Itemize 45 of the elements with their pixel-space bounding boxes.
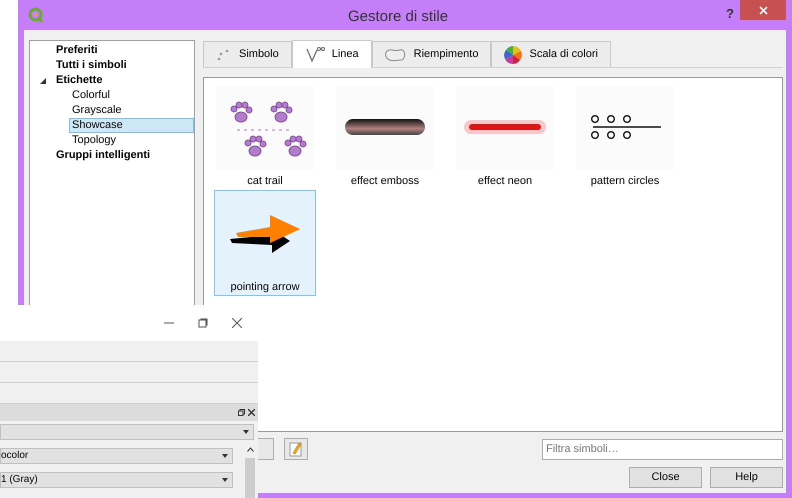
dialog-button[interactable]: Help [710, 467, 783, 488]
caret-icon [222, 478, 228, 482]
dropdown[interactable]: 1 (Gray) [0, 472, 233, 488]
window-title: Gestore di stile [348, 7, 448, 27]
tree-item[interactable]: Showcase [69, 118, 194, 133]
float-icon[interactable] [238, 408, 245, 416]
tree-item[interactable]: Preferiti [53, 42, 98, 59]
tree-item[interactable]: Grayscale [69, 102, 122, 119]
symbol-label: effect neon [478, 174, 532, 188]
expanded-arrow-icon[interactable] [40, 78, 46, 84]
arrow-icon [230, 212, 300, 253]
tab[interactable]: Scala di colori [491, 41, 611, 67]
pencil-icon [289, 441, 303, 457]
shape-outline-icon [384, 48, 407, 62]
caret-icon [243, 430, 249, 434]
tab[interactable]: Linea [292, 40, 372, 68]
app-logo-icon [28, 7, 44, 23]
line-icon [304, 46, 325, 62]
restore-icon[interactable] [198, 318, 208, 328]
tree-item[interactable]: Tutti i simboli [53, 57, 127, 74]
symbol-label: pointing arrow [230, 280, 300, 294]
tab[interactable]: Riempimento [372, 41, 492, 67]
symbol-label: cat trail [247, 174, 283, 188]
close-icon[interactable] [232, 318, 242, 328]
tree-item[interactable]: Etichette [53, 72, 102, 89]
tab[interactable]: Simbolo [203, 41, 292, 67]
edit-button[interactable] [284, 438, 308, 460]
symbol-item[interactable]: pointing arrow [214, 190, 316, 296]
symbol-label: effect emboss [350, 174, 420, 188]
circle-pattern-icon [589, 114, 661, 139]
help-button[interactable]: ? [726, 4, 734, 24]
dialog-button[interactable]: Close [629, 467, 702, 488]
tree-item[interactable]: Gruppi intelligenti [53, 147, 150, 164]
scroll-thumb[interactable] [245, 458, 255, 498]
close-button[interactable] [740, 0, 786, 20]
filter-field[interactable]: Filtra simboli… [542, 438, 783, 460]
tree-item[interactable]: Topology [69, 132, 116, 149]
caret-icon [222, 454, 228, 458]
symbol-label: pattern circles [590, 174, 660, 188]
tree-item[interactable]: Colorful [69, 87, 110, 104]
scroll-up-icon[interactable] [246, 447, 254, 452]
close-icon[interactable] [248, 408, 255, 416]
close-icon [758, 6, 768, 14]
color-wheel-icon [504, 46, 522, 64]
dropdown[interactable]: ocolor [0, 448, 233, 464]
